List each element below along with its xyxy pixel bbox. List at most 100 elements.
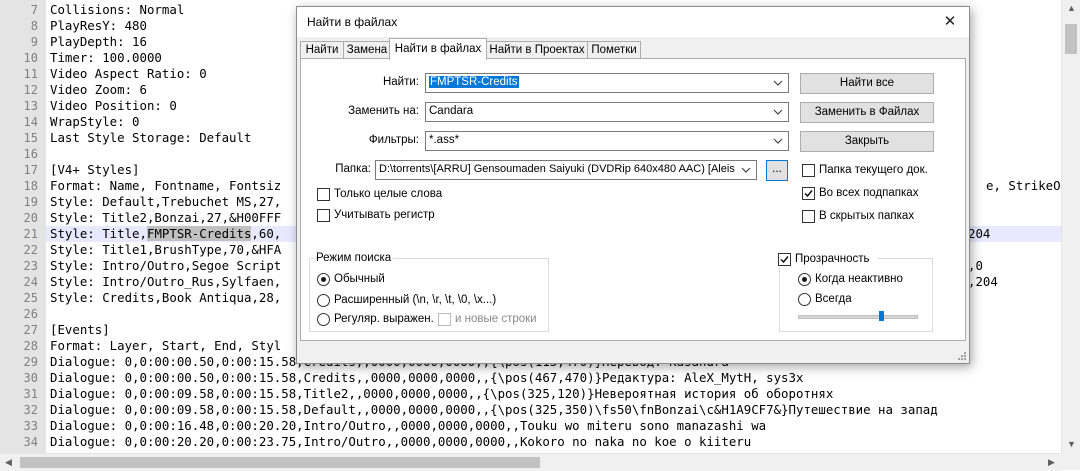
tab-replace[interactable]: Замена [343, 41, 391, 59]
transparency-inactive-radio[interactable]: Когда неактивно [798, 272, 918, 288]
scroll-left-arrow-icon[interactable]: ◀ [0, 454, 17, 471]
transparency-always-radio[interactable]: Всегда [798, 292, 918, 308]
replace-value: Candara [429, 105, 474, 117]
checkbox-box[interactable] [802, 210, 815, 223]
tab-marks[interactable]: Пометки [587, 41, 641, 59]
code-line-text: Video Position: 0 [50, 98, 177, 113]
scroll-up-arrow-icon[interactable]: ▲ [1062, 0, 1080, 17]
find-all-button[interactable]: Найти все [800, 73, 934, 94]
folder-value: D:\torrents\[ARRU] Gensoumaden Saiyuki (… [379, 163, 735, 175]
checkbox-box[interactable] [438, 313, 451, 326]
line-number: 28 [23, 339, 38, 353]
vertical-scrollbar[interactable]: ▲ ▼ [1061, 0, 1080, 453]
radio-selected-icon[interactable] [317, 273, 330, 286]
tab-find[interactable]: Найти [300, 41, 344, 59]
radio-unselected-icon[interactable] [798, 293, 811, 306]
code-line-text: Style: Title1,BrushType,70,&HFA [50, 242, 282, 257]
radio-label: Обычный [334, 273, 385, 285]
code-line-text: Collisions: Normal [50, 2, 185, 17]
line-number: 12 [23, 83, 38, 97]
tab-find-in-files[interactable]: Найти в файлах [389, 38, 487, 60]
folder-label: Папка: [335, 163, 371, 175]
line-number: 13 [23, 99, 38, 113]
scroll-right-arrow-icon[interactable]: ▶ [1043, 454, 1060, 471]
code-line-text: Format: Name, Fontname, Fontsiz [50, 178, 282, 193]
close-icon[interactable]: ✕ [937, 11, 963, 33]
hidden-folders-checkbox[interactable]: В скрытых папках [802, 209, 952, 225]
line-number: 21 [23, 227, 38, 241]
code-line-tail: ,0 [968, 258, 983, 273]
line-number: 18 [23, 179, 38, 193]
browse-folder-button[interactable]: ... [766, 160, 788, 181]
filters-combobox[interactable]: *.ass* [425, 131, 789, 151]
radio-unselected-icon[interactable] [317, 294, 330, 307]
line-number: 29 [23, 355, 38, 369]
replace-in-files-button[interactable]: Заменить в Файлах [800, 102, 934, 123]
line-number: 8 [30, 19, 38, 33]
chevron-down-icon[interactable] [740, 162, 752, 178]
line-number: 17 [23, 163, 38, 177]
chevron-down-icon[interactable] [772, 75, 784, 91]
code-line-tail: ,204 [968, 274, 998, 289]
line-number: 22 [23, 243, 38, 257]
code-line-text: Dialogue: 0,0:00:09.58,0:00:15.58,Defaul… [50, 402, 938, 417]
chevron-down-icon[interactable] [772, 104, 784, 120]
regex-newlines-checkbox[interactable]: и новые строки [438, 312, 538, 328]
dialog-title: Найти в файлах [307, 15, 398, 29]
line-number: 30 [23, 371, 38, 385]
vertical-scroll-thumb[interactable] [1065, 24, 1077, 54]
line-number: 32 [23, 403, 38, 417]
code-line-text: Style: Intro/Outro,Segoe Script [50, 258, 282, 273]
line-number: 15 [23, 131, 38, 145]
code-line-text: [V4+ Styles] [50, 162, 140, 177]
checkbox-box[interactable] [802, 164, 815, 177]
tab-find-in-projects[interactable]: Найти в Проектах [486, 41, 588, 59]
checkmark-icon[interactable] [802, 187, 815, 200]
code-line-text: Style: Credits,Book Antiqua,28, [50, 290, 282, 305]
find-combobox[interactable]: FMPTSR-Credits [425, 73, 789, 93]
radio-selected-icon[interactable] [798, 273, 811, 286]
current-doc-folder-checkbox[interactable]: Папка текущего док. [802, 163, 952, 179]
code-line-text: [Events] [50, 322, 110, 337]
dialog-tabs: Найти Замена Найти в файлах Найти в Прое… [300, 38, 966, 60]
line-number: 20 [23, 211, 38, 225]
line-number: 34 [23, 435, 38, 449]
code-line-text: Dialogue: 0,0:00:09.58,0:00:15.58,Title2… [50, 386, 834, 401]
transparency-slider-thumb[interactable] [878, 311, 884, 321]
replace-label: Заменить на: [348, 105, 419, 117]
dialog-titlebar[interactable]: Найти в файлах ✕ [297, 7, 969, 37]
code-line-text: Last Style Storage: Default [50, 130, 252, 145]
line-number: 24 [23, 275, 38, 289]
checkbox-box[interactable] [317, 209, 330, 222]
transparency-checkbox[interactable]: Прозрачность [778, 252, 878, 268]
checkbox-label: Папка текущего док. [819, 164, 928, 176]
folder-combobox[interactable]: D:\torrents\[ARRU] Gensoumaden Saiyuki (… [375, 160, 757, 180]
code-line-text: Dialogue: 0,0:00:16.48,0:00:20.20,Intro/… [50, 418, 767, 433]
horizontal-scroll-thumb[interactable] [20, 457, 540, 468]
search-mode-normal-radio[interactable]: Обычный [317, 272, 437, 288]
match-case-checkbox[interactable]: Учитывать регистр [317, 208, 467, 224]
radio-unselected-icon[interactable] [317, 313, 330, 326]
checkbox-box[interactable] [317, 188, 330, 201]
code-line-text: Dialogue: 0,0:00:20.20,0:00:23.75,Intro/… [50, 434, 752, 449]
search-mode-extended-radio[interactable]: Расширенный (\n, \r, \t, \0, \x...) [317, 293, 537, 309]
code-line-text: Style: Default,Trebuchet MS,27, [50, 194, 282, 209]
radio-label: Всегда [815, 293, 852, 305]
checkbox-label: Во всех подпапках [819, 187, 919, 199]
all-subfolders-checkbox[interactable]: Во всех подпапках [802, 186, 952, 202]
scroll-down-arrow-icon[interactable]: ▼ [1062, 436, 1080, 453]
horizontal-scrollbar[interactable]: ◀ ▶ [0, 453, 1061, 471]
chevron-down-icon[interactable] [772, 133, 784, 149]
code-line-text: PlayDepth: 16 [50, 34, 147, 49]
find-label: Найти: [382, 76, 419, 88]
line-number: 14 [23, 115, 38, 129]
checkmark-icon[interactable] [778, 253, 791, 266]
close-button[interactable]: Закрыть [800, 131, 934, 152]
replace-combobox[interactable]: Candara [425, 102, 789, 122]
search-mode-regex-radio[interactable]: Регуляр. выражен. [317, 312, 447, 328]
code-segment: Style: Title, [50, 226, 147, 241]
transparency-slider-track[interactable] [798, 315, 918, 319]
checkbox-label: Только целые слова [334, 188, 443, 200]
whole-words-checkbox[interactable]: Только целые слова [317, 187, 467, 203]
resize-grip-icon[interactable] [957, 351, 967, 361]
